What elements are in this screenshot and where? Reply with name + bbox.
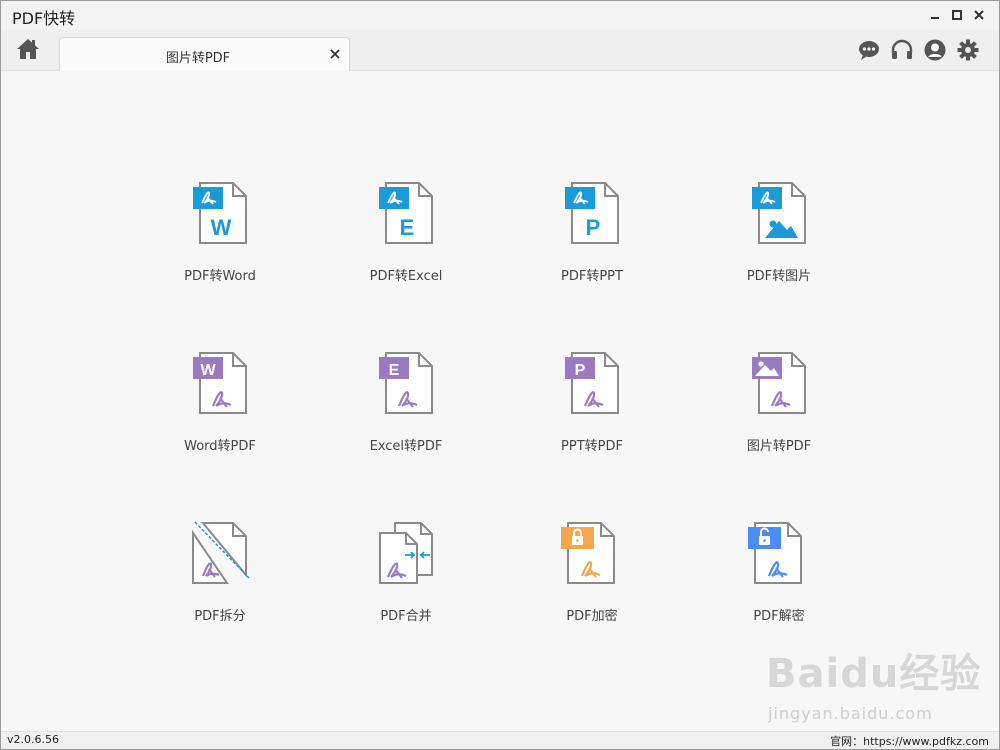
tool-ppt-to-pdf[interactable]: P PPT转PDF	[517, 351, 667, 461]
excel-to-pdf-icon: E	[379, 352, 433, 414]
pdf-to-word-icon: W	[193, 182, 247, 244]
home-button[interactable]	[15, 37, 41, 61]
title-bar: PDF快转	[1, 1, 999, 29]
chat-button[interactable]	[857, 38, 881, 62]
close-window-button[interactable]	[969, 5, 989, 25]
minimize-icon	[931, 17, 939, 19]
image-to-pdf-icon	[752, 352, 806, 414]
pdf-encrypt-icon	[561, 522, 615, 584]
tool-pdf-encrypt[interactable]: PDF加密	[517, 521, 667, 631]
user-button[interactable]	[923, 38, 947, 62]
app-title: PDF快转	[12, 9, 76, 28]
tab-image-to-pdf[interactable]: 图片转PDF	[59, 37, 350, 71]
pdf-decrypt-icon	[748, 522, 802, 584]
tool-pdf-to-word[interactable]: W PDF转Word	[145, 181, 295, 291]
app-window: PDF快转 图片转PDF W PDF转Word E PDF转Excel P PD…	[0, 0, 1000, 750]
tool-pdf-decrypt[interactable]: PDF解密	[704, 521, 854, 631]
tool-image-to-pdf[interactable]: 图片转PDF	[704, 351, 854, 461]
minimize-button[interactable]	[925, 5, 945, 25]
home-icon	[17, 39, 39, 59]
tool-grid: W PDF转Word E PDF转Excel P PDF转PPT PDF转图片 …	[1, 71, 999, 731]
tool-label: PDF转图片	[746, 269, 812, 284]
tool-label: 图片转PDF	[746, 439, 812, 454]
close-icon	[974, 10, 984, 20]
svg-text:E: E	[400, 215, 415, 240]
baidu-watermark: Baidu经验	[766, 651, 982, 697]
tool-label: PDF转Word	[184, 269, 256, 284]
tab-close-button[interactable]	[327, 46, 343, 62]
status-bar: v2.0.6.56 官网：https://www.pdfkz.com	[1, 731, 999, 749]
tool-label: PDF合并	[380, 609, 432, 624]
pdf-to-image-icon	[752, 182, 806, 244]
tool-word-to-pdf[interactable]: W Word转PDF	[145, 351, 295, 461]
tool-label: PPT转PDF	[561, 439, 623, 454]
tool-pdf-merge[interactable]: PDF合并	[331, 521, 481, 631]
tab-label: 图片转PDF	[165, 51, 231, 66]
pdf-merge-icon	[379, 522, 433, 584]
chat-icon	[859, 41, 879, 60]
close-icon	[330, 49, 340, 59]
headset-icon	[891, 39, 913, 59]
ppt-to-pdf-icon: P	[565, 352, 619, 414]
maximize-button[interactable]	[947, 5, 967, 25]
tool-excel-to-pdf[interactable]: E Excel转PDF	[331, 351, 481, 461]
pdf-split-icon	[192, 521, 250, 584]
tool-label: PDF转Excel	[369, 269, 443, 284]
baidu-watermark-url: jingyan.baidu.com	[768, 704, 933, 723]
svg-text:P: P	[586, 215, 601, 240]
tool-pdf-split[interactable]: PDF拆分	[145, 521, 295, 631]
support-button[interactable]	[890, 38, 914, 62]
settings-button[interactable]	[956, 38, 980, 62]
tool-label: PDF加密	[566, 609, 618, 624]
toolbar: 图片转PDF	[1, 29, 999, 71]
tool-pdf-to-image[interactable]: PDF转图片	[704, 181, 854, 291]
svg-text:W: W	[211, 215, 232, 240]
version-label: v2.0.6.56	[7, 733, 59, 746]
tool-pdf-to-ppt[interactable]: P PDF转PPT	[517, 181, 667, 291]
svg-text:P: P	[575, 362, 586, 379]
tool-label: PDF拆分	[194, 609, 246, 624]
maximize-icon	[952, 10, 962, 20]
pdf-to-excel-icon: E	[379, 182, 433, 244]
gear-icon	[957, 39, 979, 61]
word-to-pdf-icon: W	[193, 352, 247, 414]
tool-label: PDF转PPT	[561, 269, 623, 284]
svg-text:E: E	[389, 362, 400, 379]
user-icon	[924, 39, 946, 61]
tool-label: PDF解密	[753, 609, 805, 624]
tool-pdf-to-excel[interactable]: E PDF转Excel	[331, 181, 481, 291]
pdf-to-ppt-icon: P	[565, 182, 619, 244]
tool-label: Word转PDF	[184, 439, 256, 454]
website-link[interactable]: 官网：https://www.pdfkz.com	[830, 733, 989, 749]
tool-label: Excel转PDF	[369, 439, 443, 454]
svg-text:W: W	[200, 362, 216, 379]
